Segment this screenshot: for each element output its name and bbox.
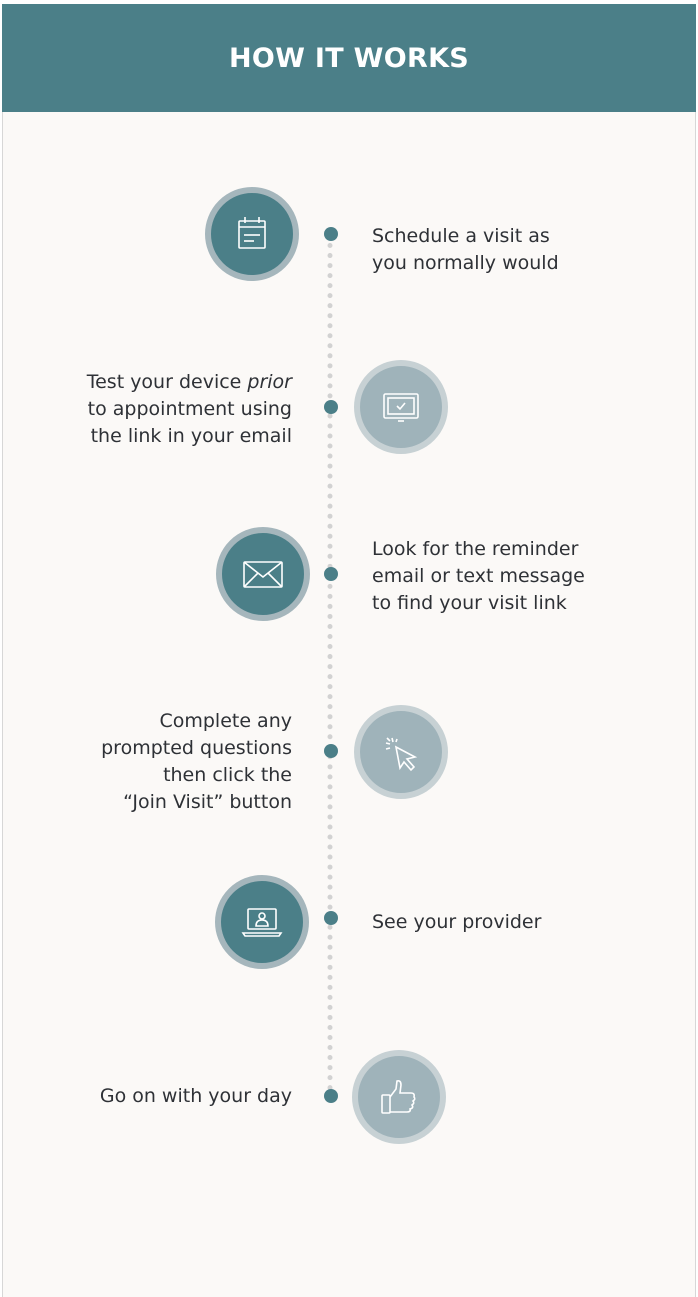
envelope-icon bbox=[243, 561, 283, 588]
timeline-node-4 bbox=[324, 744, 338, 758]
step-6-text: Go on with your day bbox=[30, 1083, 292, 1110]
step-4-line-1: Complete any bbox=[159, 710, 292, 732]
timeline-node-2 bbox=[324, 400, 338, 414]
step-4-icon-circle bbox=[354, 705, 448, 799]
timeline-node-3 bbox=[324, 567, 338, 581]
step-5-icon-circle bbox=[215, 875, 309, 969]
step-3-line-2: email or text message bbox=[372, 565, 585, 587]
step-2-line-3: the link in your email bbox=[90, 425, 292, 447]
header-banner: HOW IT WORKS bbox=[2, 4, 696, 112]
step-4-line-3: then click the bbox=[163, 764, 292, 786]
step-2-line-1: Test your device prior bbox=[86, 371, 292, 393]
step-3-line-3: to find your visit link bbox=[372, 592, 567, 614]
timeline-node-6 bbox=[324, 1089, 338, 1103]
step-4-line-4: “Join Visit” button bbox=[123, 791, 292, 813]
cursor-click-icon bbox=[385, 737, 418, 772]
step-2-line-2: to appointment using bbox=[87, 398, 292, 420]
step-1-text: Schedule a visit as you normally would bbox=[372, 223, 672, 277]
tablet-check-icon bbox=[383, 393, 419, 422]
step-5-line-1: See your provider bbox=[372, 911, 542, 933]
step-6-line-1: Go on with your day bbox=[99, 1085, 292, 1107]
step-4-text: Complete any prompted questions then cli… bbox=[30, 708, 292, 816]
timeline-node-1 bbox=[324, 227, 338, 241]
step-5-text: See your provider bbox=[372, 909, 672, 936]
step-1-line-2: you normally would bbox=[372, 252, 559, 274]
step-3-line-1: Look for the reminder bbox=[372, 538, 579, 560]
step-2-icon-circle bbox=[354, 360, 448, 454]
step-3-text: Look for the reminder email or text mess… bbox=[372, 536, 672, 617]
laptop-user-icon bbox=[241, 908, 283, 937]
thumbs-up-icon bbox=[381, 1080, 416, 1114]
step-2-text: Test your device prior to appointment us… bbox=[30, 369, 292, 450]
calendar-icon bbox=[238, 217, 266, 249]
step-1-line-1: Schedule a visit as bbox=[372, 225, 550, 247]
step-4-line-2: prompted questions bbox=[101, 737, 292, 759]
page-title: HOW IT WORKS bbox=[228, 42, 470, 74]
step-1-icon-circle bbox=[205, 187, 299, 281]
timeline-dotted-line bbox=[327, 233, 333, 1101]
step-6-icon-circle bbox=[352, 1050, 446, 1144]
timeline-node-5 bbox=[324, 911, 338, 925]
step-3-icon-circle bbox=[216, 527, 310, 621]
